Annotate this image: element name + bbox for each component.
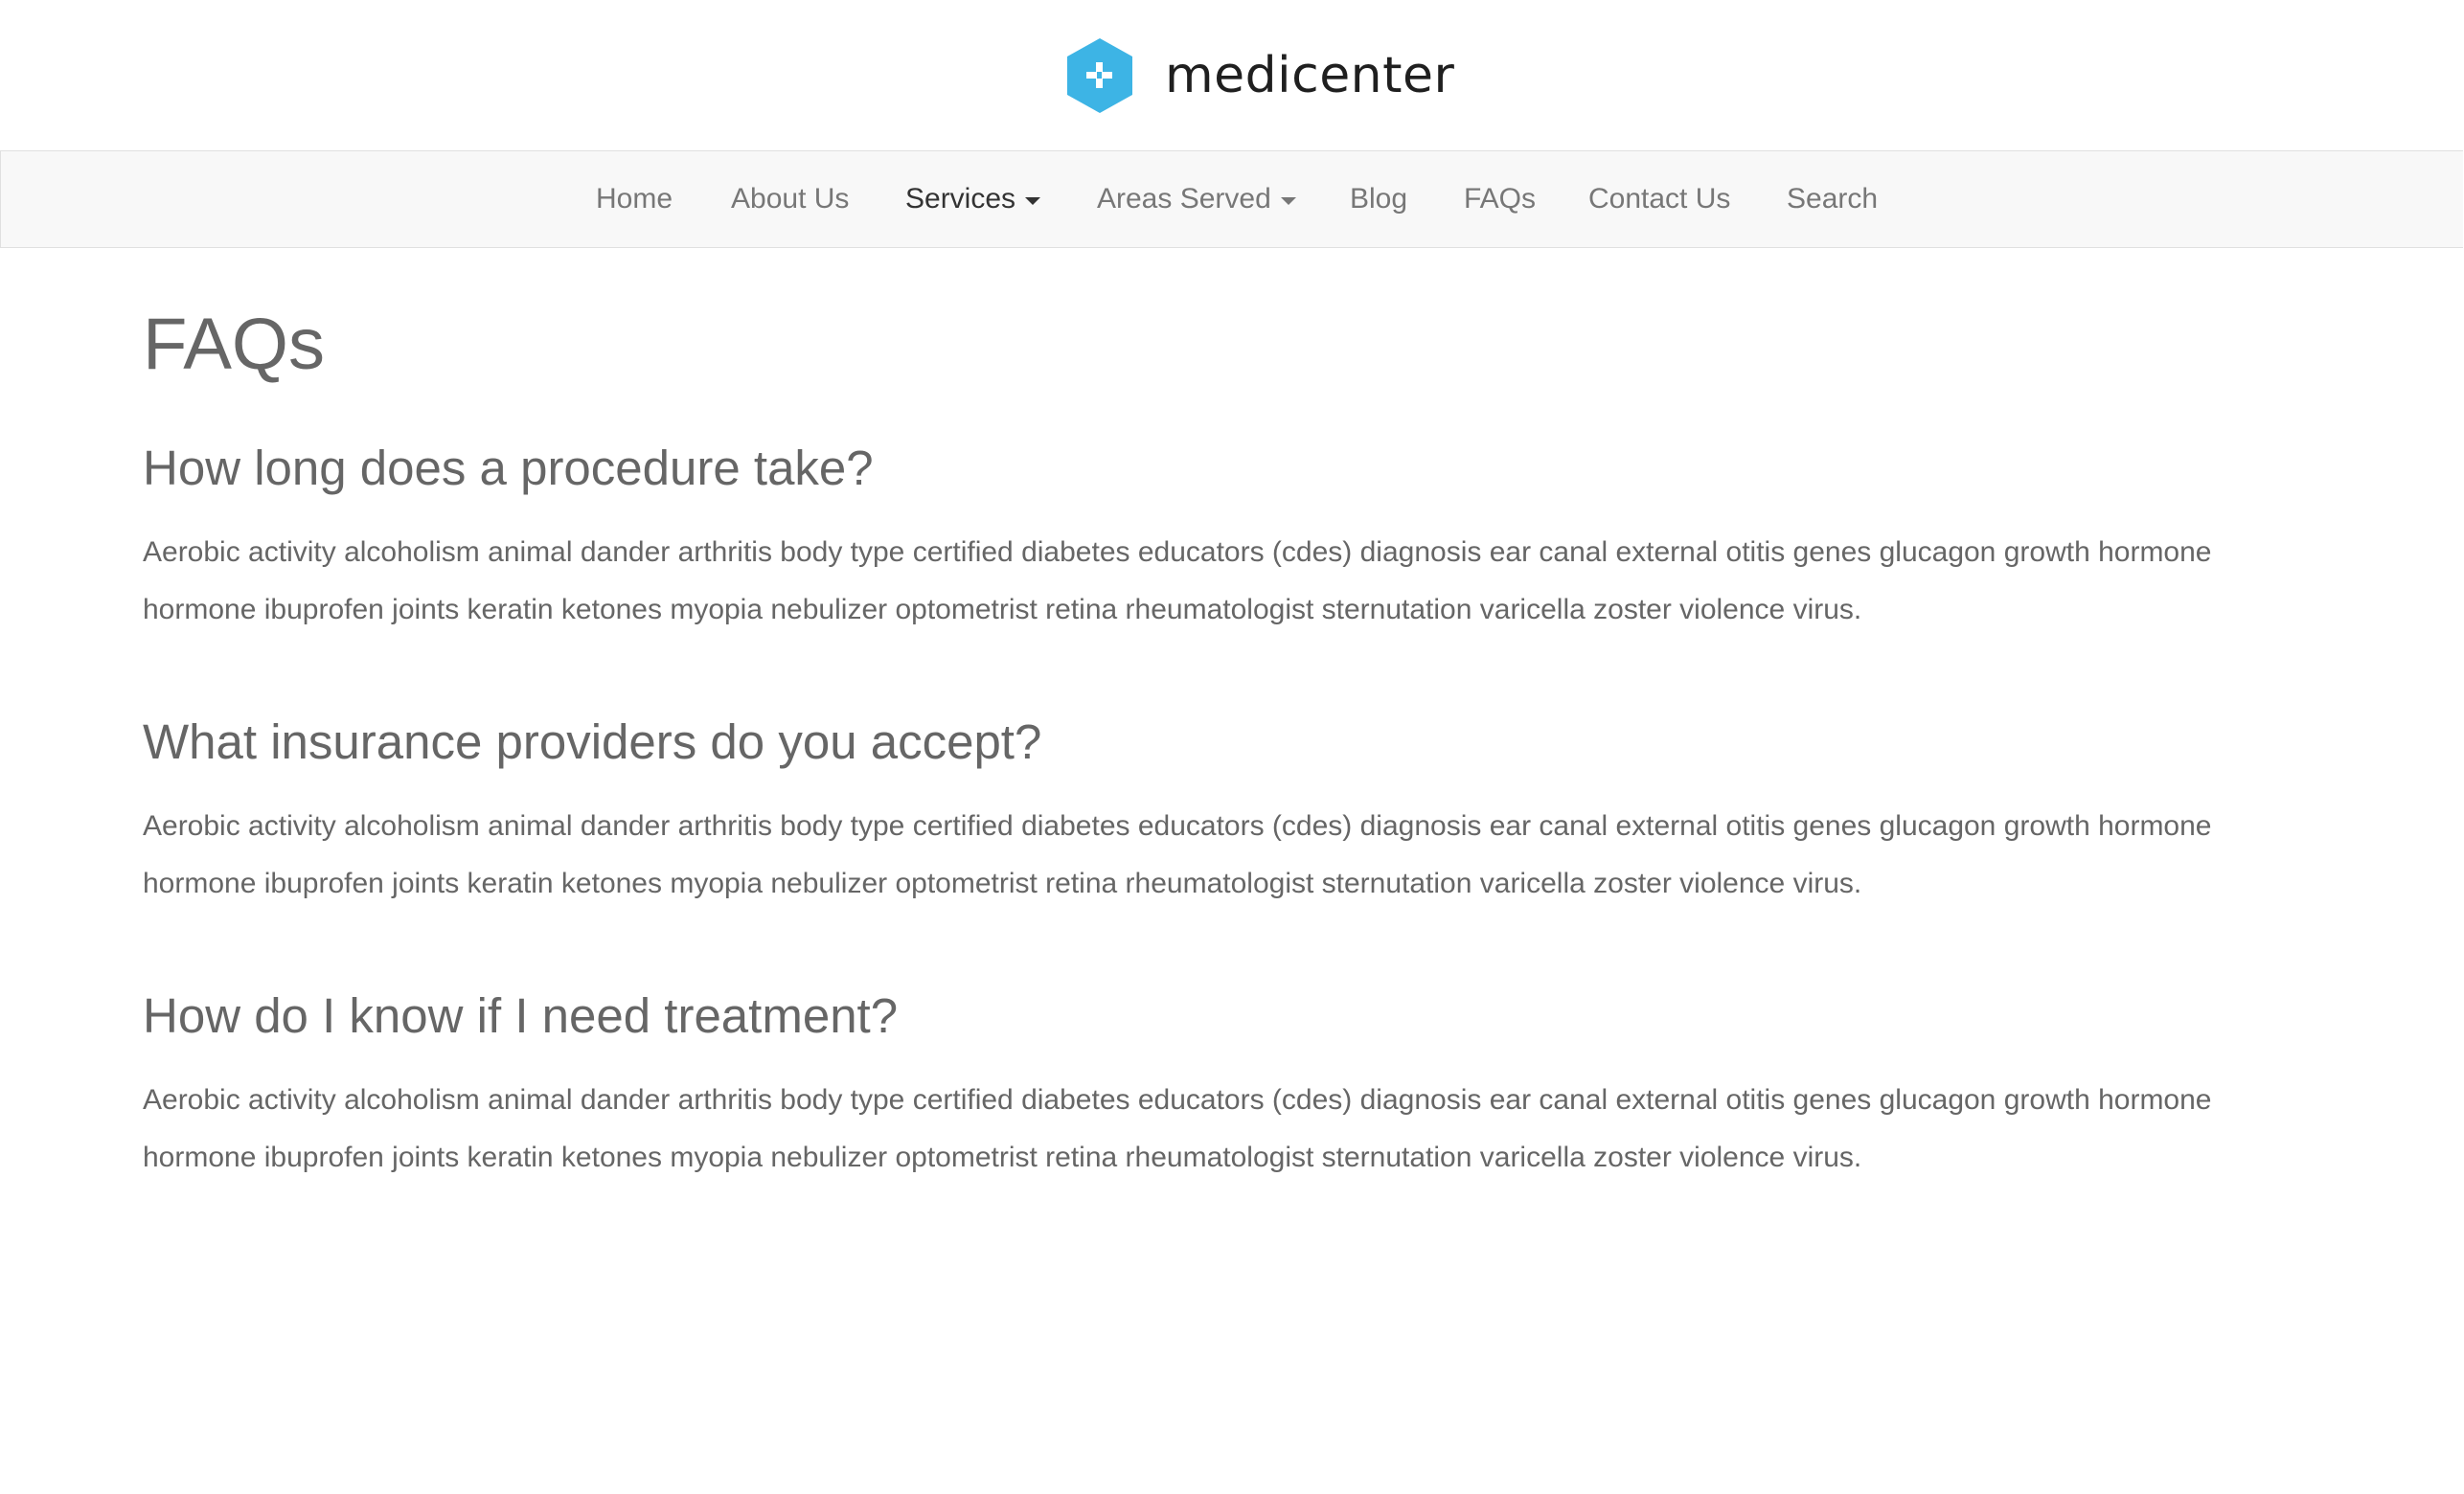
faq-item: What insurance providers do you accept? … bbox=[143, 714, 2327, 913]
faq-item: How do I know if I need treatment? Aerob… bbox=[143, 988, 2327, 1187]
faq-question: How long does a procedure take? bbox=[143, 441, 874, 495]
page-title: FAQs bbox=[143, 304, 326, 385]
faq-item: How long does a procedure take? Aerobic … bbox=[143, 441, 2327, 639]
nav-label: About Us bbox=[731, 183, 850, 215]
nav-item-faqs[interactable]: FAQs bbox=[1464, 151, 1536, 247]
brand-name: medicenter bbox=[1165, 47, 1455, 104]
brand-link[interactable]: medicenter bbox=[1065, 36, 1454, 115]
faq-answer: Aerobic activity alcoholism animal dande… bbox=[143, 536, 2212, 626]
faq-question: What insurance providers do you accept? bbox=[143, 714, 1042, 769]
main-navigation: Home About Us Services Areas Served Blog… bbox=[0, 150, 2463, 248]
nav-label: Contact Us bbox=[1588, 183, 1731, 215]
faq-question: How do I know if I need treatment? bbox=[143, 988, 899, 1043]
nav-label: Areas Served bbox=[1097, 183, 1271, 215]
nav-label: Blog bbox=[1350, 183, 1408, 215]
faq-answer: Aerobic activity alcoholism animal dande… bbox=[143, 1084, 2212, 1174]
nav-item-blog[interactable]: Blog bbox=[1350, 151, 1407, 247]
nav-item-search[interactable]: Search bbox=[1787, 151, 1878, 247]
nav-label: Search bbox=[1787, 183, 1879, 215]
caret-down-icon bbox=[1025, 197, 1041, 205]
site-header: medicenter bbox=[0, 0, 2464, 150]
nav-item-contact-us[interactable]: Contact Us bbox=[1588, 151, 1730, 247]
nav-label: FAQs bbox=[1464, 183, 1537, 215]
nav-item-home[interactable]: Home bbox=[596, 151, 673, 247]
nav-label: Services bbox=[905, 183, 1016, 215]
caret-down-icon bbox=[1280, 197, 1296, 205]
nav-item-about-us[interactable]: About Us bbox=[731, 151, 849, 247]
plus-hexagon-icon bbox=[1067, 38, 1132, 113]
faq-answer: Aerobic activity alcoholism animal dande… bbox=[143, 810, 2212, 900]
nav-list: Home About Us Services Areas Served Blog… bbox=[1, 151, 2463, 247]
nav-label: Home bbox=[596, 183, 673, 215]
nav-item-services[interactable]: Services bbox=[905, 151, 1041, 247]
nav-item-areas-served[interactable]: Areas Served bbox=[1097, 151, 1296, 247]
